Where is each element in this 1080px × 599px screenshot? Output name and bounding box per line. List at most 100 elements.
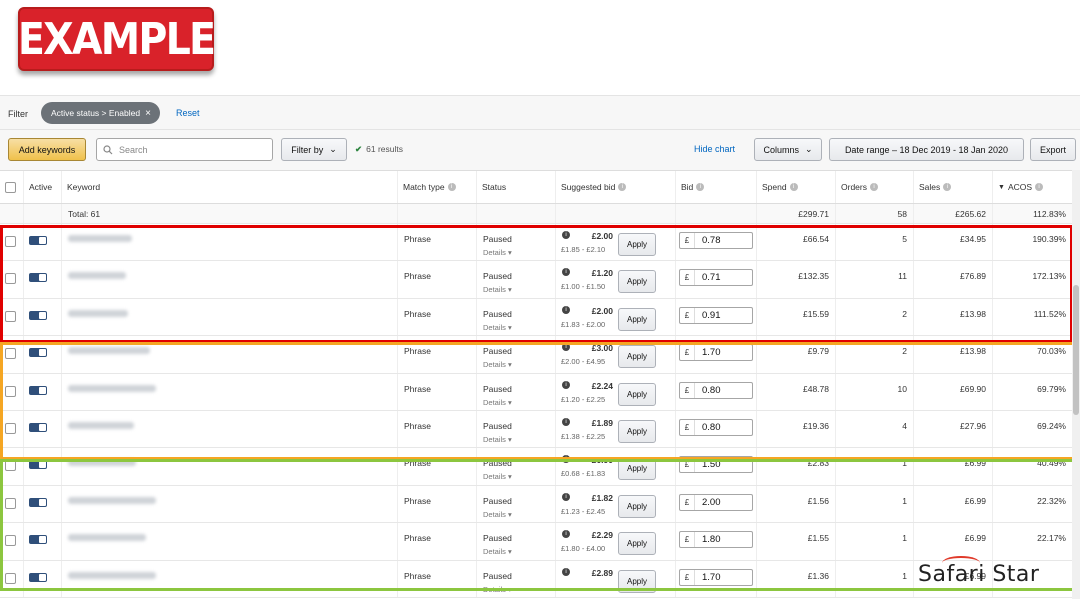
apply-button[interactable]: Apply [618,270,656,294]
details-dropdown[interactable]: Details ▾ [483,285,512,294]
row-checkbox[interactable] [5,385,16,397]
active-toggle[interactable] [29,236,47,245]
apply-button[interactable]: Apply [618,307,656,331]
apply-button[interactable]: Apply [618,382,656,406]
active-toggle[interactable] [29,572,47,582]
apply-button[interactable]: Apply [618,345,656,369]
date-range-button[interactable]: Date range – 18 Dec 2019 - 18 Jan 2020 [829,138,1024,161]
bid-input[interactable]: £0.78 [679,232,753,249]
apply-button[interactable]: Apply [618,419,656,443]
total-acos: 112.83% [1033,209,1066,219]
header-sales[interactable]: Sales i [914,171,993,203]
row-keyword-cell [62,523,398,560]
active-toggle[interactable] [29,422,47,432]
row-checkbox[interactable] [5,497,16,509]
header-active[interactable]: Active [24,171,62,203]
vertical-scrollbar[interactable] [1072,170,1080,599]
suggested-bid: £2.24 [591,380,613,391]
filter-by-button[interactable]: Filter by ⌄ [281,138,347,161]
row-match-cell: Phrase [398,410,477,448]
row-checkbox[interactable] [5,572,16,584]
row-sales-cell: £6.99 [914,485,993,523]
details-dropdown[interactable]: Details ▾ [483,248,512,257]
bid-input[interactable]: £1.80 [679,531,753,549]
bid-input[interactable]: £0.91 [679,306,753,324]
details-dropdown[interactable]: Details ▾ [483,360,512,369]
header-keyword[interactable]: Keyword [62,171,398,203]
bid-input[interactable]: £0.80 [679,381,753,399]
row-checkbox[interactable] [5,422,16,434]
row-active-cell [24,298,62,336]
match-type: Phrase [404,533,431,544]
header-spend[interactable]: Spend i [757,171,836,203]
details-dropdown[interactable]: Details ▾ [483,547,512,556]
row-orders-cell: 1 [836,485,914,523]
match-type: Phrase [404,308,431,319]
row-checkbox[interactable] [5,273,16,285]
details-dropdown[interactable]: Details ▾ [483,472,512,481]
details-dropdown[interactable]: Details ▾ [483,585,512,594]
bid-input[interactable]: £1.70 [679,568,753,586]
select-all-checkbox[interactable] [5,182,16,193]
bid-input[interactable]: £0.71 [679,269,753,287]
header-acos[interactable]: ▼ ACOS i [993,171,1072,203]
reset-link[interactable]: Reset [176,108,200,118]
row-checkbox[interactable] [5,236,16,247]
sales-value: £6.99 [964,495,986,506]
active-toggle[interactable] [29,535,47,545]
apply-button[interactable]: Apply [618,457,656,481]
total-sales-cell: £265.62 [914,204,993,223]
active-status-filter-chip[interactable]: Active status > Enabled × [41,102,160,124]
row-spend-cell: £15.59 [757,298,836,336]
details-dropdown[interactable]: Details ▾ [483,323,512,332]
details-dropdown[interactable]: Details ▾ [483,510,512,519]
columns-label: Columns [763,144,799,155]
row-checkbox[interactable] [5,460,16,472]
details-label: Details [483,509,506,519]
bid-input[interactable]: £0.80 [679,418,753,436]
table-row: Phrase Paused Details ▾ i £2.29 £1.80 - £4.00… [0,523,1072,561]
header-orders[interactable]: Orders i [836,171,914,203]
active-toggle[interactable] [29,497,47,507]
header-match-type[interactable]: Match type i [398,171,477,203]
bid-input[interactable]: £1.50 [679,456,753,474]
apply-button[interactable]: Apply [618,569,656,593]
spend-value: £2.83 [807,458,829,469]
row-checkbox[interactable] [5,348,16,360]
row-match-cell: Phrase [398,448,477,485]
active-toggle[interactable] [29,460,47,470]
columns-button[interactable]: Columns ⌄ [754,138,822,161]
acos-value: 70.03% [1037,346,1066,357]
row-active-cell [24,410,62,448]
scrollbar-thumb[interactable] [1073,285,1079,415]
suggested-bid: £2.29 [591,530,613,541]
banner: EXAMPLE [0,0,1080,95]
apply-button[interactable]: Apply [618,532,656,556]
search-input[interactable]: Search [96,138,273,161]
active-toggle[interactable] [29,310,47,320]
bid-input[interactable]: £1.70 [679,344,753,362]
header-bid[interactable]: Bid i [676,171,757,203]
header-status[interactable]: Status [477,171,556,203]
close-icon[interactable]: × [145,108,151,119]
row-checkbox[interactable] [5,310,16,322]
active-toggle[interactable] [29,385,47,395]
bid-input[interactable]: £2.00 [679,493,753,511]
total-label: Total: 61 [68,209,101,219]
keywords-table: Active Keyword Match type i Status Sugges… [0,170,1072,598]
apply-button[interactable]: Apply [618,494,656,518]
row-bid-cell: £1.70 [676,336,757,373]
add-keywords-button[interactable]: Add keywords [8,138,86,161]
row-match-cell: Phrase [398,298,477,336]
active-toggle[interactable] [29,273,47,283]
suggested-bid-range: £1.00 - £1.50 [561,282,606,292]
details-dropdown[interactable]: Details ▾ [483,398,512,407]
row-checkbox[interactable] [5,535,16,547]
match-type: Phrase [404,271,431,282]
active-toggle[interactable] [29,348,47,358]
hide-chart-link[interactable]: Hide chart [694,144,735,154]
export-button[interactable]: Export [1030,138,1076,161]
apply-button[interactable]: Apply [618,233,656,256]
header-suggested-bid[interactable]: Suggested bid i [556,171,676,203]
details-dropdown[interactable]: Details ▾ [483,435,512,444]
